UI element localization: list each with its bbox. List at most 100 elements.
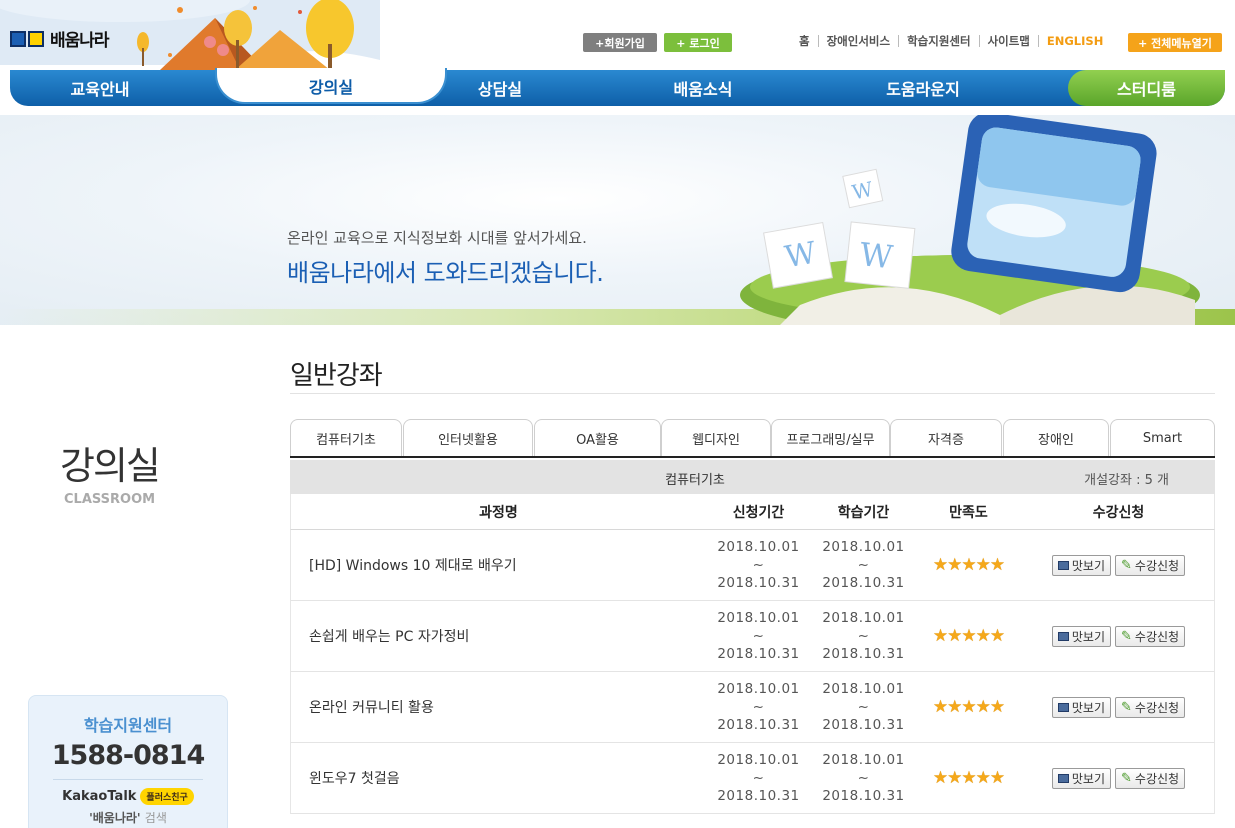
apply-period: 2018.10.01 ~2018.10.31 [706,743,811,813]
util-link-accessibility[interactable]: 장애인서비스 [817,35,898,47]
logo-blue-square-icon [10,30,26,47]
pencil-icon: ✎ [1121,770,1132,786]
svg-text:W: W [782,235,819,275]
enroll-button[interactable]: ✎ 수강신청 [1115,554,1186,576]
apply-end: 2018.10.31 [717,717,800,733]
support-divider [53,779,203,780]
apply-start: 2018.10.01 [717,539,800,555]
enroll-button[interactable]: ✎ 수강신청 [1115,767,1186,789]
util-link-support-center[interactable]: 학습지원센터 [898,35,978,47]
list-header: 컴퓨터기초 개설강좌 : 5 개 [290,460,1215,494]
category-tabs: 컴퓨터기초 인터넷활용 OA활용 웹디자인 프로그래밍/실무 자격증 장애인 S… [290,419,1215,458]
nav-item-education[interactable]: 교육안내 [20,76,180,100]
course-name-link[interactable]: [HD] Windows 10 제대로 배우기 [291,530,706,600]
preview-button[interactable]: 맛보기 [1051,554,1112,576]
enroll-label: 수강신청 [1134,629,1180,644]
nav-item-studyroom[interactable]: 스터디룸 [1068,70,1225,106]
enroll-button[interactable]: ✎ 수강신청 [1115,625,1186,647]
nav-bar [10,70,1225,106]
util-link-home[interactable]: 홈 [799,35,818,47]
preview-label: 맛보기 [1071,771,1106,786]
tab-certificate[interactable]: 자격증 [890,419,1002,457]
full-menu-button[interactable]: + 전체메뉴열기 [1128,33,1222,52]
enroll-label: 수강신청 [1134,771,1180,786]
util-link-sitemap[interactable]: 사이트맵 [978,35,1038,47]
banner-headline: 배움나라에서 도와드리겠습니다. [287,259,604,287]
preview-label: 맛보기 [1071,558,1106,573]
support-center-title: 학습지원센터 [83,716,173,735]
col-course-name: 과정명 [479,504,518,521]
star-rating-icon: ★★★★★ [932,626,1005,646]
col-satisfaction: 만족도 [949,504,988,521]
col-study-period: 학습기간 [837,504,890,521]
monitor-icon [1057,560,1069,570]
enroll-actions: 맛보기 ✎ 수강신청 [1021,601,1216,671]
preview-button[interactable]: 맛보기 [1051,767,1112,789]
col-apply-period: 신청기간 [732,504,785,521]
tab-computer-basics[interactable]: 컴퓨터기초 [290,419,402,457]
nav-item-classroom-label: 강의실 [308,78,354,97]
tab-smart[interactable]: Smart [1110,419,1215,457]
tab-internet[interactable]: 인터넷활용 [403,419,533,457]
table-row: [HD] Windows 10 제대로 배우기 2018.10.01 ~2018.… [290,530,1215,601]
support-center-box[interactable]: 학습지원센터 1588-0814 KakaoTalk 플러스친구 '배움나라' … [28,695,228,828]
star-rating-icon: ★★★★★ [932,697,1005,717]
banner-illustration: W W W [740,115,1200,325]
preview-label: 맛보기 [1071,700,1106,715]
tab-web-design[interactable]: 웹디자인 [661,419,771,457]
preview-label: 맛보기 [1071,629,1106,644]
nav-item-classroom[interactable]: 강의실 [215,68,447,104]
study-end: 2018.10.31 [822,788,905,804]
kakao-search-term: '배움나라' [89,811,141,825]
enroll-actions: 맛보기 ✎ 수강신청 [1021,530,1216,600]
table-header-row: 과정명 신청기간 학습기간 만족도 수강신청 [290,494,1215,530]
main-navigation: 교육안내 강의실 상담실 배움소식 도움라운지 스터디룸 [0,68,1235,108]
rating-stars: ★★★★★ [916,530,1021,600]
date-sep: ~ [857,770,870,786]
tab-programming[interactable]: 프로그래밍/실무 [771,419,890,457]
pencil-icon: ✎ [1121,557,1132,573]
section-subtitle: CLASSROOM [64,492,156,507]
tab-disability[interactable]: 장애인 [1003,419,1109,457]
star-rating-icon: ★★★★★ [932,555,1005,575]
monitor-icon [1057,631,1069,641]
utility-nav: 홈 장애인서비스 학습지원센터 사이트맵 ENGLISH [799,35,1111,47]
tab-oa[interactable]: OA활용 [534,419,661,457]
hero-banner: W W W 온라인 교육으로 지식정보화 시대를 앞서가세요. 배움나라에서 도… [0,115,1235,325]
table-row: 윈도우7 첫걸음 2018.10.01 ~2018.10.31 2018.10.0… [290,743,1215,814]
join-button[interactable]: +회원가입 [583,33,657,52]
tabs-underline [290,456,1215,458]
star-rating-icon: ★★★★★ [932,768,1005,788]
preview-button[interactable]: 맛보기 [1051,696,1112,718]
apply-end: 2018.10.31 [717,646,800,662]
study-start: 2018.10.01 [822,752,905,768]
apply-period: 2018.10.01 ~2018.10.31 [706,601,811,671]
nav-item-help-lounge[interactable]: 도움라운지 [843,76,1003,100]
apply-end: 2018.10.31 [717,575,800,591]
preview-button[interactable]: 맛보기 [1051,625,1112,647]
kakao-search-label: 검색 [144,811,167,825]
enroll-button[interactable]: ✎ 수강신청 [1115,696,1186,718]
site-logo[interactable]: 배움나라 [10,26,110,51]
logo-yellow-square-icon [28,30,44,47]
study-period: 2018.10.01 ~2018.10.31 [811,601,916,671]
rating-stars: ★★★★★ [916,672,1021,742]
course-name-link[interactable]: 손쉽게 배우는 PC 자가정비 [291,601,706,671]
nav-item-news[interactable]: 배움소식 [623,76,783,100]
course-count: 개설강좌 : 5 개 [1084,473,1169,488]
date-sep: ~ [857,628,870,644]
course-name-link[interactable]: 윈도우7 첫걸음 [291,743,706,813]
course-name-link[interactable]: 온라인 커뮤니티 활용 [291,672,706,742]
nav-item-counseling[interactable]: 상담실 [420,76,580,100]
util-link-english[interactable]: ENGLISH [1037,35,1111,47]
study-end: 2018.10.31 [822,575,905,591]
section-title: 강의실 [60,444,161,488]
kakao-label: KakaoTalk [62,789,137,804]
enroll-label: 수강신청 [1134,700,1180,715]
kakao-row: KakaoTalk 플러스친구 [29,788,227,805]
pencil-icon: ✎ [1121,628,1132,644]
kakao-search-row: '배움나라' 검색 [29,809,227,826]
apply-period: 2018.10.01 ~2018.10.31 [706,672,811,742]
login-button[interactable]: + 로그인 [664,33,732,52]
enroll-actions: 맛보기 ✎ 수강신청 [1021,672,1216,742]
